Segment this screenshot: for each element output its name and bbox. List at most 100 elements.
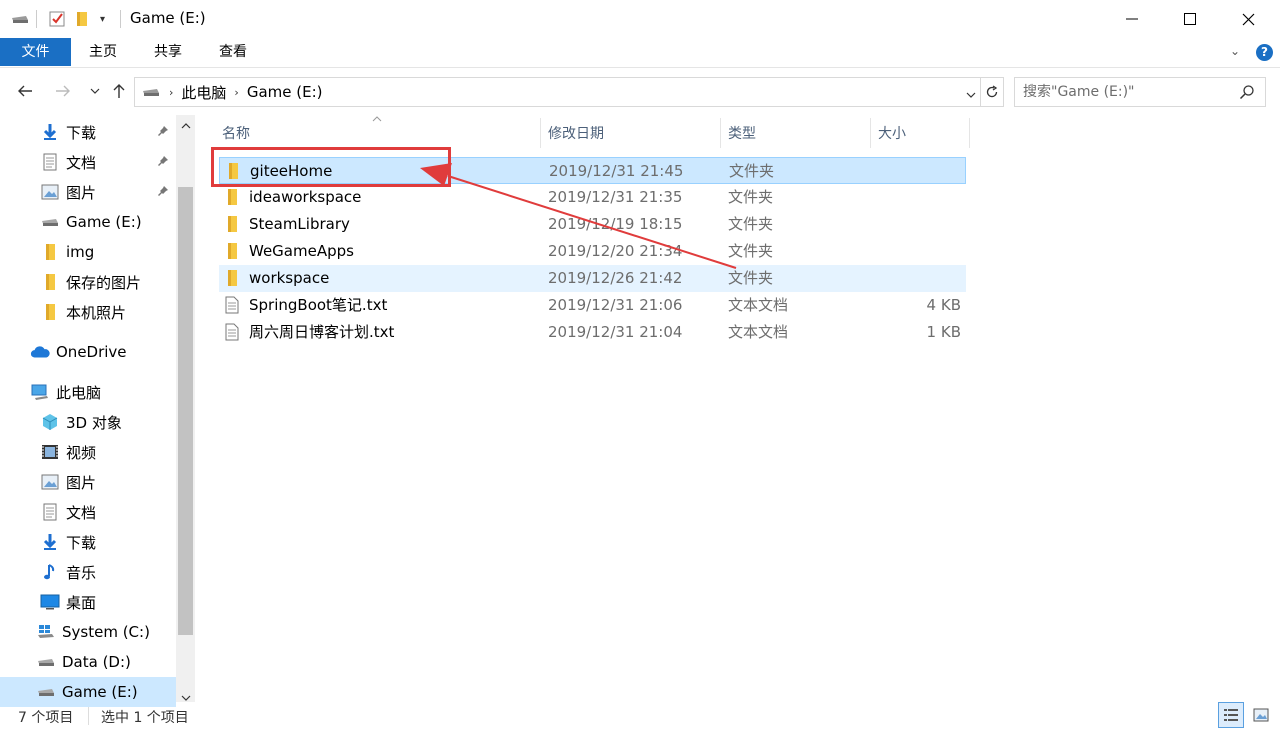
sidebar-item[interactable]: 视频 <box>0 437 176 467</box>
breadcrumb-this-pc[interactable]: 此电脑 <box>181 82 226 103</box>
address-bar[interactable]: › 此电脑 › Game (E:) <box>134 77 981 107</box>
sidebar-item-label: System (C:) <box>62 623 150 641</box>
sidebar-item[interactable]: Game (E:) <box>0 207 176 237</box>
tab-file[interactable]: 文件 <box>0 38 71 66</box>
file-type: 文件夹 <box>728 269 774 287</box>
details-view-button[interactable] <box>1218 702 1244 728</box>
pin-icon[interactable] <box>157 185 169 200</box>
sidebar-item[interactable]: 文档 <box>0 497 176 527</box>
sidebar-item[interactable]: 3D 对象 <box>0 407 176 437</box>
tab-view[interactable]: 查看 <box>208 38 258 66</box>
sidebar-item-label: 3D 对象 <box>66 413 122 432</box>
sidebar-item[interactable]: 文档 <box>0 147 176 177</box>
video-icon <box>40 442 60 462</box>
music-icon <box>40 562 60 582</box>
sidebar-item-label: 视频 <box>66 443 97 462</box>
sidebar-item[interactable]: OneDrive <box>0 337 176 367</box>
folder-icon <box>225 242 239 262</box>
up-button[interactable] <box>108 80 130 102</box>
cube-icon <box>40 412 60 432</box>
search-input[interactable] <box>1023 79 1233 105</box>
chevron-right-icon[interactable]: › <box>169 86 173 99</box>
chevron-right-icon[interactable]: › <box>234 86 238 99</box>
sidebar-item-label: 下载 <box>66 123 97 142</box>
folder-icon <box>40 242 60 262</box>
file-size: 1 KB <box>926 323 961 341</box>
pin-icon[interactable] <box>157 155 169 170</box>
help-icon[interactable]: ? <box>1256 44 1273 61</box>
column-header-type[interactable]: 类型 <box>728 118 868 148</box>
back-button[interactable] <box>14 80 36 102</box>
sidebar-item[interactable]: Data (D:) <box>0 647 176 677</box>
sidebar-item-label: Game (E:) <box>62 683 138 701</box>
sidebar-item[interactable]: 下载 <box>0 117 176 147</box>
document-icon <box>40 152 60 172</box>
sidebar-item[interactable]: 此电脑 <box>0 377 176 407</box>
file-name: WeGameApps <box>249 242 354 260</box>
drive-icon <box>10 8 30 30</box>
sidebar-item[interactable]: System (C:) <box>0 617 176 647</box>
title-bar: ▾ Game (E:) <box>0 0 1280 38</box>
file-modified-date: 2019/12/31 21:06 <box>548 296 683 314</box>
table-row[interactable]: ideaworkspace 2019/12/31 21:35 文件夹 <box>219 184 966 211</box>
nav-scrollbar[interactable] <box>176 115 195 702</box>
file-type: 文件夹 <box>729 162 775 180</box>
pictures-icon <box>40 472 60 492</box>
drive-icon <box>141 85 161 99</box>
sidebar-item-label: Data (D:) <box>62 653 131 671</box>
maximize-button[interactable] <box>1161 0 1219 38</box>
sidebar-item[interactable]: 桌面 <box>0 587 176 617</box>
file-type: 文件夹 <box>728 242 774 260</box>
file-type: 文件夹 <box>728 215 774 233</box>
sidebar-item[interactable]: 本机照片 <box>0 297 176 327</box>
close-button[interactable] <box>1219 0 1277 38</box>
download-icon <box>40 122 60 142</box>
customize-toolbar-icon[interactable]: ▾ <box>100 8 105 30</box>
expand-ribbon-icon[interactable]: ⌄ <box>1230 44 1240 58</box>
properties-icon[interactable] <box>48 8 66 30</box>
table-row[interactable]: SpringBoot笔记.txt 2019/12/31 21:06 文本文档 4 KB <box>219 292 966 319</box>
file-name: workspace <box>249 269 330 287</box>
file-modified-date: 2019/12/31 21:45 <box>549 162 684 180</box>
text-file-icon <box>225 323 239 343</box>
file-modified-date: 2019/12/31 21:35 <box>548 188 683 206</box>
sidebar-item[interactable]: 保存的图片 <box>0 267 176 297</box>
file-name: ideaworkspace <box>249 188 362 206</box>
sidebar-item[interactable]: 下载 <box>0 527 176 557</box>
annotation-highlight-box <box>211 147 451 187</box>
new-folder-icon[interactable] <box>74 8 90 30</box>
pin-icon[interactable] <box>157 125 169 140</box>
table-row[interactable]: 周六周日博客计划.txt 2019/12/31 21:04 文本文档 1 KB <box>219 319 966 346</box>
breadcrumb-game-drive[interactable]: Game (E:) <box>247 83 323 101</box>
table-row[interactable]: workspace 2019/12/26 21:42 文件夹 <box>219 265 966 292</box>
scroll-up-arrow-icon[interactable] <box>181 121 191 132</box>
ribbon: 文件 主页 共享 查看 ⌄ ? <box>0 38 1280 68</box>
tab-share[interactable]: 共享 <box>143 38 193 66</box>
search-icon[interactable] <box>1239 84 1255 104</box>
sidebar-item[interactable]: 音乐 <box>0 557 176 587</box>
forward-button[interactable] <box>52 80 74 102</box>
table-row[interactable]: WeGameApps 2019/12/20 21:34 文件夹 <box>219 238 966 265</box>
file-name: 周六周日博客计划.txt <box>249 323 395 341</box>
address-history-button[interactable] <box>966 84 976 102</box>
file-type: 文件夹 <box>728 188 774 206</box>
file-size: 4 KB <box>926 296 961 314</box>
search-box <box>1014 77 1266 107</box>
recent-locations-button[interactable] <box>84 80 106 102</box>
column-header-size[interactable]: 大小 <box>878 118 968 148</box>
scrollbar-thumb[interactable] <box>178 187 193 635</box>
sidebar-item-label: 文档 <box>66 153 97 172</box>
column-header-modified[interactable]: 修改日期 <box>548 118 718 148</box>
sidebar-item-label: 图片 <box>66 473 97 492</box>
sidebar-item[interactable]: img <box>0 237 176 267</box>
column-header-name[interactable]: 名称 <box>222 118 540 148</box>
sidebar-item[interactable]: 图片 <box>0 467 176 497</box>
item-count: 7 个项目 <box>18 710 74 726</box>
minimize-button[interactable] <box>1103 0 1161 38</box>
refresh-button[interactable] <box>980 77 1004 107</box>
sidebar-item[interactable]: 图片 <box>0 177 176 207</box>
sidebar-item-label: Game (E:) <box>66 213 142 231</box>
large-icons-view-button[interactable] <box>1248 702 1274 728</box>
tab-home[interactable]: 主页 <box>78 38 128 66</box>
table-row[interactable]: SteamLibrary 2019/12/19 18:15 文件夹 <box>219 211 966 238</box>
